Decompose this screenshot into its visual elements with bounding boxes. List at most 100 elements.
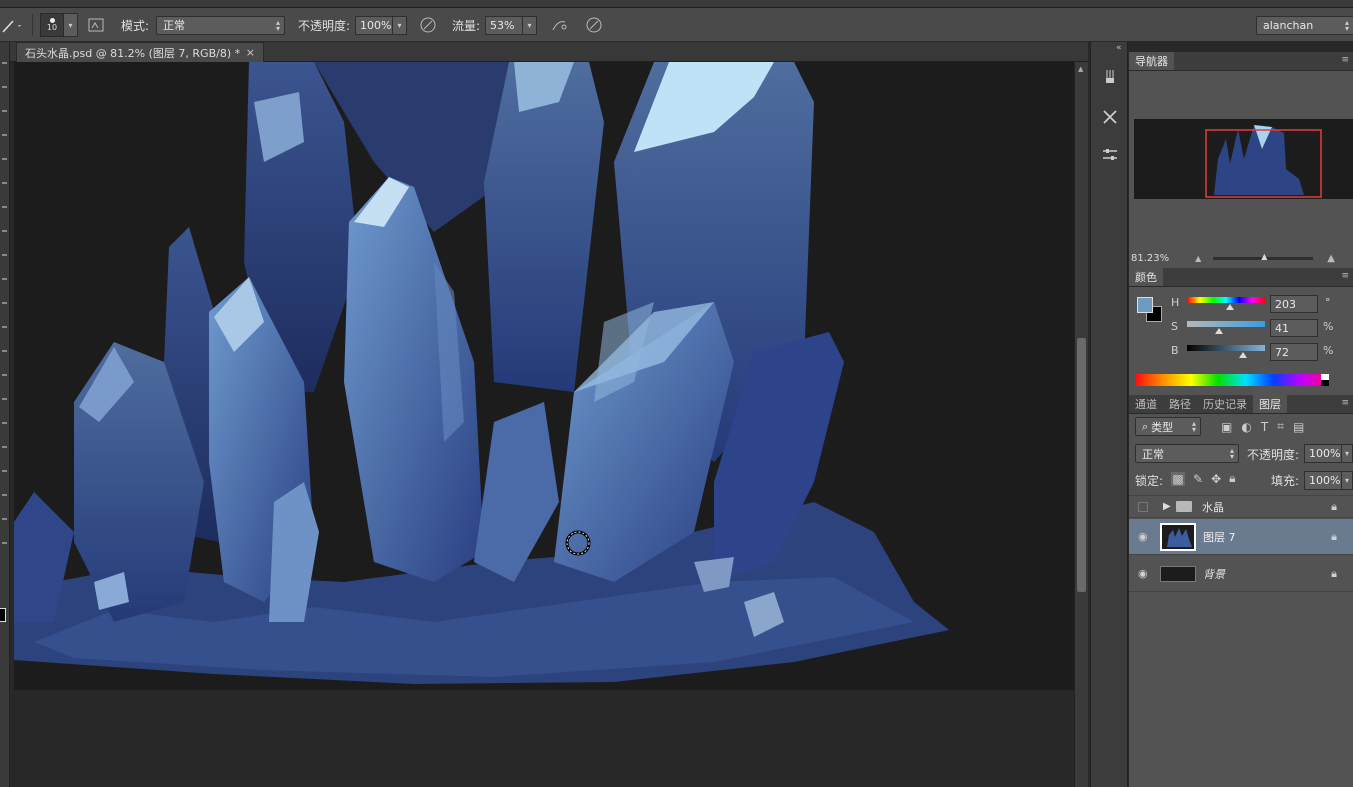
saturation-unit: % [1323,320,1334,333]
layers-panel: 通道 路径 历史记录 图层 ≡ ⌕ 类型 ▴ ▾ ▣ ◐ T ⌗ ▤ 正常 ▴ ▾ … [1129,395,1353,787]
brush-size-dropdown[interactable]: ▾ [64,13,78,37]
adjustment-filter-icon[interactable]: ◐ [1241,420,1251,434]
brightness-input[interactable]: 72 [1270,343,1318,361]
brush-size-value: 10 [46,23,58,32]
panel-menu-icon[interactable]: ≡ [1341,398,1349,408]
workspace-select[interactable]: alanchan ▴ ▾ [1256,15,1353,35]
color-ramp-white-black[interactable] [1321,374,1329,386]
navigator-zoom-value[interactable]: 81.23% [1131,253,1169,264]
lock-icon: 🔒︎ [1331,499,1337,513]
hue-slider[interactable] [1187,297,1265,303]
brush-presets-icon[interactable] [1097,64,1123,90]
folder-icon [1176,501,1192,512]
brightness-slider-thumb[interactable] [1239,352,1247,358]
saturation-slider-thumb[interactable] [1215,328,1223,334]
navigator-panel: 导航器 ≡ 81.23% ▲ ▲ ▲ [1129,52,1353,270]
layer-thumbnail [1160,566,1196,582]
tab-layers[interactable]: 图层 [1253,395,1287,413]
fill-dropdown[interactable]: ▾ [1342,471,1353,490]
fill-input[interactable]: 100% [1304,471,1342,490]
close-icon[interactable]: × [246,46,255,59]
lock-all-icon[interactable]: 🔒︎ [1229,471,1235,486]
brush-tool-preset[interactable] [0,8,24,42]
pressure-size-icon[interactable] [584,15,604,35]
mode-select-value: 正常 [163,19,185,32]
type-filter-icon[interactable]: T [1261,420,1268,434]
foreground-color-swatch[interactable] [1137,297,1153,313]
zoom-out-icon[interactable]: ▲ [1195,254,1201,263]
scroll-up-icon[interactable]: ▲ [1078,65,1083,73]
flow-dropdown[interactable]: ▾ [523,15,537,35]
brush-size-picker[interactable]: 10 [40,13,64,37]
navigator-preview[interactable] [1134,119,1353,199]
panel-menu-icon[interactable]: ≡ [1341,271,1349,281]
lock-transparent-icon[interactable]: ▩ [1171,471,1185,486]
smart-object-filter-icon[interactable]: ▤ [1293,420,1304,434]
visibility-toggle-off[interactable] [1138,501,1148,512]
brush-panel-toggle-icon[interactable] [86,15,106,35]
color-ramp[interactable] [1136,374,1328,386]
layer-row-group[interactable]: ▶ 水晶 🔒︎ [1129,495,1353,518]
eye-icon[interactable]: ◉ [1138,530,1148,543]
lock-position-icon[interactable]: ✥ [1211,472,1221,486]
artboard[interactable] [14,62,1074,690]
document-tab[interactable]: 石头水晶.psd @ 81.2% (图层 7, RGB/8) * × [16,42,264,62]
tab-history[interactable]: 历史记录 [1197,395,1253,413]
expand-arrow-icon[interactable]: ▶ [1163,501,1171,512]
layer-name[interactable]: 水晶 [1202,499,1224,515]
lock-label: 锁定: [1135,474,1164,488]
canvas-area[interactable] [10,62,1074,787]
layer-filter-select[interactable]: ⌕ 类型 ▴ ▾ [1135,417,1201,436]
zoom-in-icon[interactable]: ▲ [1327,253,1335,264]
hue-unit: ° [1325,296,1331,309]
shape-filter-icon[interactable]: ⌗ [1277,419,1284,434]
eye-icon[interactable]: ◉ [1138,567,1148,580]
brush-icon [2,20,21,33]
brightness-unit: % [1323,344,1334,357]
saturation-input[interactable]: 41 [1270,319,1318,337]
tab-color[interactable]: 颜色 [1129,268,1163,286]
foreground-swatch-partial[interactable] [0,608,6,622]
document-tab-bar: 石头水晶.psd @ 81.2% (图层 7, RGB/8) * × [10,42,1088,62]
saturation-slider[interactable] [1187,321,1265,327]
adjustments-icon[interactable] [1097,142,1123,168]
mode-select[interactable]: 正常 ▴ ▾ [156,15,285,35]
select-arrows-icon: ▴ ▾ [275,17,280,33]
canvas-vertical-scrollbar[interactable]: ▲ [1074,62,1088,787]
layer-opacity-dropdown[interactable]: ▾ [1342,444,1353,463]
zoom-slider-thumb[interactable]: ▲ [1261,252,1267,261]
navigator-thumbnail [1205,125,1322,198]
scrollbar-thumb[interactable] [1077,338,1086,592]
hue-slider-thumb[interactable] [1226,304,1234,310]
layer-name[interactable]: 背景 [1203,566,1225,582]
color-panel: 颜色 ≡ H 203 ° S 41 % B 72 % [1129,268,1353,395]
opacity-dropdown[interactable]: ▾ [393,15,407,35]
pressure-opacity-icon[interactable] [418,15,438,35]
opacity-input[interactable]: 100% [355,15,393,35]
flow-input[interactable]: 53% [485,15,523,35]
tab-channels[interactable]: 通道 [1129,395,1163,413]
collapse-panels-icon[interactable]: « [1116,43,1122,53]
layer-opacity-input[interactable]: 100% [1304,444,1342,463]
panel-menu-icon[interactable]: ≡ [1341,55,1349,65]
tab-navigator[interactable]: 导航器 [1129,52,1174,70]
hue-input[interactable]: 203 [1270,295,1318,313]
layer-row-background[interactable]: ◉ 背景 🔒︎ [1129,556,1353,592]
tool-presets-icon[interactable] [1097,104,1123,130]
layer-name[interactable]: 图层 7 [1203,529,1236,545]
select-arrows-icon: ▴ ▾ [1229,446,1234,461]
crystal-painting [14,62,949,684]
blend-mode-select[interactable]: 正常 ▴ ▾ [1135,444,1239,463]
layer-thumbnail [1160,523,1196,551]
brightness-slider[interactable] [1187,345,1265,351]
tab-paths[interactable]: 路径 [1163,395,1197,413]
pixel-filter-icon[interactable]: ▣ [1221,420,1232,434]
lock-pixels-icon[interactable]: ✎ [1193,472,1203,486]
search-icon: ⌕ [1142,419,1149,433]
workspace-select-value: alanchan [1263,18,1314,32]
layer-opacity-label: 不透明度: [1247,448,1300,462]
select-arrows-icon: ▴ ▾ [1344,17,1349,33]
zoom-slider[interactable]: ▲ [1213,252,1314,261]
layer-row-selected[interactable]: ◉ 图层 7 🔒︎ [1129,519,1353,555]
airbrush-icon[interactable] [549,15,569,35]
